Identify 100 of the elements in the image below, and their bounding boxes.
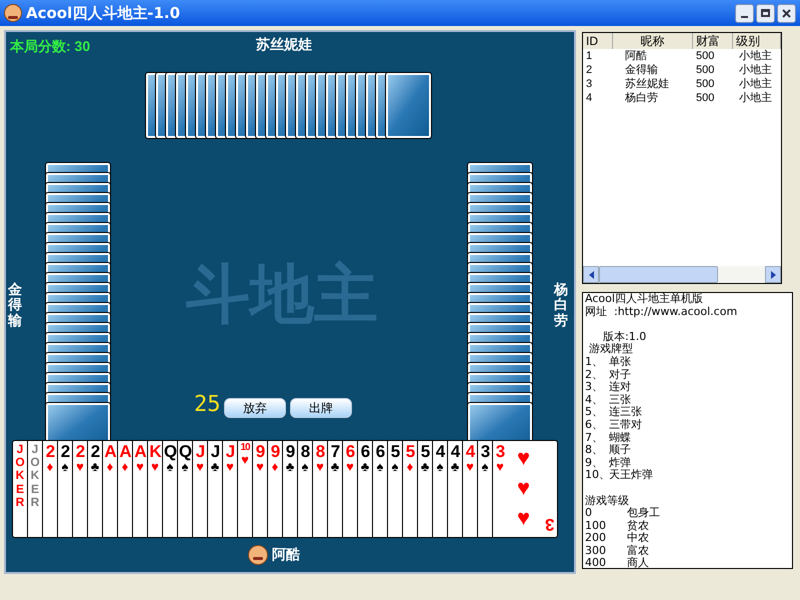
rank-label: A <box>134 443 146 460</box>
info-line: 网址 :http://www.acool.com <box>585 306 738 318</box>
playing-card[interactable]: 4 ♣ <box>447 440 462 538</box>
list-number: 8、 <box>585 444 604 457</box>
suit-symbol: ♥ <box>136 460 144 473</box>
rank-label: 3 <box>480 443 490 460</box>
rank-label: K <box>149 443 161 460</box>
playing-card[interactable]: 6 ♥ <box>342 440 357 538</box>
maximize-button[interactable] <box>756 4 775 22</box>
rank-label: 4 <box>450 443 460 460</box>
card-type-name: 三带对 <box>609 418 642 432</box>
column-header[interactable]: ID <box>583 33 613 49</box>
card-type-name: 对子 <box>609 368 631 381</box>
suit-symbol: ♦ <box>122 460 128 473</box>
card-type-name: 单张 <box>609 356 631 369</box>
list-number: 10、 <box>585 469 609 482</box>
rank-label: 10 <box>240 443 250 453</box>
playing-card[interactable]: 4 ♥ <box>462 440 477 538</box>
scroll-right-button[interactable] <box>765 266 781 283</box>
player-name: 杨白劳 <box>554 282 568 328</box>
playing-card[interactable]: 6 ♠ <box>372 440 387 538</box>
list-number: 9、 <box>585 456 604 470</box>
card-type-name: 三张 <box>609 394 631 406</box>
table-cell-text: 1 <box>585 49 594 63</box>
close-button[interactable] <box>777 4 796 22</box>
playing-card[interactable]: 2 ♦ <box>42 440 57 538</box>
playing-card[interactable]: J ♥ <box>222 440 237 538</box>
playing-card[interactable]: A ♦ <box>102 440 117 538</box>
scroll-left-button[interactable] <box>583 266 599 283</box>
playing-card[interactable]: K ♥ <box>147 440 162 538</box>
playing-card[interactable]: 10 ♥ <box>237 440 252 538</box>
suit-symbol: ♠ <box>376 460 384 473</box>
playing-card[interactable]: 7 ♣ <box>327 440 342 538</box>
table-cell-text: 2 <box>585 63 594 77</box>
list-number: 3、 <box>585 381 604 394</box>
playing-card[interactable]: J ♣ <box>207 440 222 538</box>
rank-label: 5 <box>390 443 400 460</box>
rank-label: 4 <box>466 443 474 460</box>
playing-card[interactable]: 9 ♥ <box>252 440 267 538</box>
minimize-button[interactable] <box>735 4 754 22</box>
level-points: 100 <box>585 520 607 532</box>
suit-symbol: ♦ <box>406 460 414 473</box>
suit-symbol: ♣ <box>90 460 100 473</box>
table-cell-text: 500 <box>695 63 716 77</box>
playing-card[interactable]: 9 ♦ <box>267 440 282 538</box>
countdown-timer: 25 <box>194 394 220 416</box>
player-name: 阿酷 <box>272 545 300 564</box>
suit-symbol: ♣ <box>210 460 220 473</box>
playing-card[interactable]: 8 ♥ <box>312 440 327 538</box>
playing-card[interactable]: JOKER <box>27 440 42 538</box>
rank-label: 9 <box>286 443 294 460</box>
playing-card[interactable]: 5 ♠ <box>387 440 402 538</box>
level-points: 300 <box>585 544 607 558</box>
action-button[interactable]: 放弃 <box>224 398 286 418</box>
scroll-thumb[interactable] <box>599 266 718 283</box>
table-cell-text: 阿酷 <box>624 49 648 63</box>
player-name: 苏丝妮娃 <box>256 35 312 54</box>
playing-card[interactable]: Q ♠ <box>162 440 177 538</box>
suit-symbol: ♦ <box>272 460 278 473</box>
rank-label: 6 <box>346 443 354 460</box>
playing-card[interactable]: 5 ♣ <box>417 440 432 538</box>
maximize-icon <box>761 9 770 17</box>
card-type-name: 连三张 <box>609 406 642 419</box>
playing-card[interactable]: JOKER <box>12 440 27 538</box>
playing-card[interactable]: J ♥ <box>192 440 207 538</box>
column-header[interactable]: 财富 <box>693 33 733 49</box>
playing-card[interactable]: 4 ♠ <box>432 440 447 538</box>
suit-symbol: ♥ <box>226 460 234 473</box>
column-header[interactable]: 级别 <box>733 33 781 49</box>
column-header[interactable]: 昵称 <box>613 33 693 49</box>
suit-symbol: ♣ <box>360 460 370 473</box>
rank-label: 8 <box>316 443 324 460</box>
rank-label: JOKER <box>29 443 41 509</box>
playing-card[interactable]: 3 ♠ <box>477 440 492 538</box>
playing-card[interactable]: 6 ♣ <box>357 440 372 538</box>
playing-card[interactable]: A ♦ <box>117 440 132 538</box>
suit-symbol: ♠ <box>436 460 444 473</box>
suit-symbol: ♥ <box>196 460 204 473</box>
minimize-icon <box>741 16 748 18</box>
rank-label: A <box>119 443 131 460</box>
info-line: Acool四人斗地主单机版 <box>585 293 704 306</box>
playing-card[interactable]: 2 ♥ <box>72 440 87 538</box>
action-button[interactable]: 出牌 <box>290 398 352 418</box>
playing-card[interactable]: 8 ♠ <box>297 440 312 538</box>
rank-label: 4 <box>436 443 444 460</box>
level-points: 0 <box>585 507 593 520</box>
playing-card[interactable]: Q ♠ <box>177 440 192 538</box>
playing-card[interactable]: 5 ♦ <box>402 440 417 538</box>
playing-card[interactable]: A ♥ <box>132 440 147 538</box>
playing-card[interactable]: 9 ♣ <box>282 440 297 538</box>
suit-symbol: ♥ <box>517 477 530 499</box>
suit-symbol: ♠ <box>62 460 68 473</box>
suit-symbol: ♥ <box>466 460 474 473</box>
list-number: 2、 <box>585 368 604 382</box>
playing-card[interactable]: 2 ♣ <box>87 440 102 538</box>
playing-card[interactable]: 2 ♠ <box>57 440 72 538</box>
card-type-name: 天王炸弹 <box>609 469 653 482</box>
horizontal-scrollbar[interactable] <box>583 266 781 283</box>
table-cell-text: 小地主 <box>738 91 773 105</box>
list-number: 7、 <box>585 432 604 444</box>
